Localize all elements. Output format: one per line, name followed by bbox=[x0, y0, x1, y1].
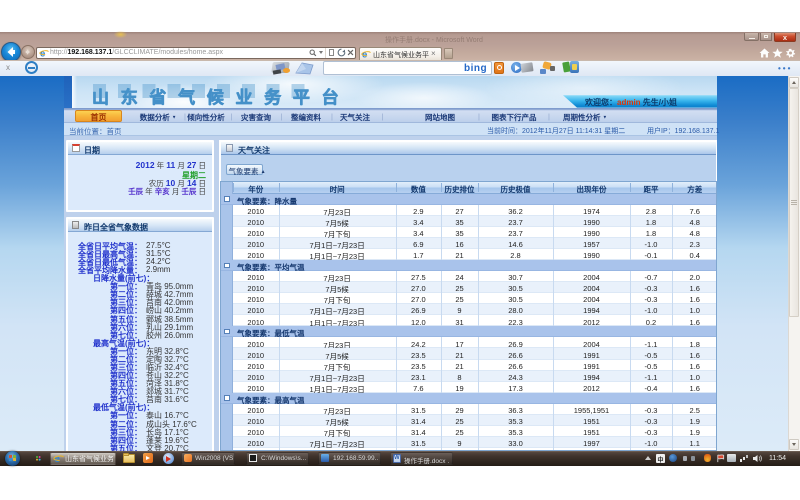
svg-text:e: e bbox=[54, 453, 60, 464]
svg-text:e: e bbox=[362, 49, 367, 59]
svg-text:e: e bbox=[40, 48, 45, 58]
